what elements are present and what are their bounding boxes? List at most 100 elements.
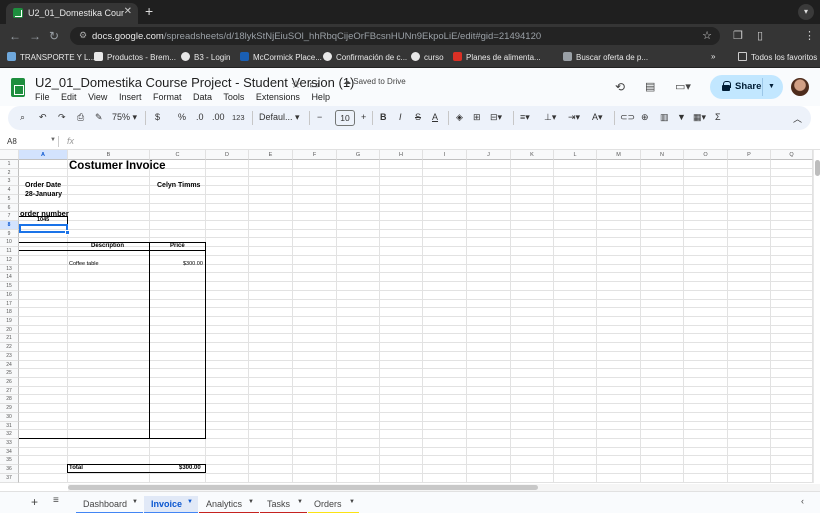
back-icon[interactable]: ← xyxy=(9,29,21,43)
bookmark-item[interactable]: Confirmación de c... xyxy=(323,52,407,62)
functions-icon[interactable]: Σ xyxy=(715,112,721,122)
text-wrapping-icon[interactable]: ⇥▾ xyxy=(568,112,580,123)
total-value[interactable]: $300.00 xyxy=(179,465,201,471)
price-header[interactable]: Price xyxy=(170,243,185,249)
column-header[interactable]: A xyxy=(19,150,68,160)
bookmark-item[interactable]: Productos - Brem... xyxy=(94,52,176,62)
row-header[interactable]: 36 xyxy=(0,465,19,474)
column-header[interactable]: M xyxy=(597,150,641,160)
sheet-tab-tasks[interactable]: Tasks ▼ xyxy=(260,496,307,513)
bookmark-item[interactable]: B3 - Login xyxy=(181,52,230,62)
column-header[interactable]: E xyxy=(249,150,293,160)
side-panel-icon[interactable]: ▯ xyxy=(757,29,763,42)
order-date-label[interactable]: Order Date xyxy=(25,182,61,189)
tab-menu-icon[interactable]: ▼ xyxy=(297,499,303,505)
font-size-decrease-button[interactable]: − xyxy=(317,112,322,122)
paint-format-icon[interactable]: ✎ xyxy=(95,112,103,123)
menu-extensions[interactable]: Extensions xyxy=(256,92,300,102)
new-tab-icon[interactable]: + xyxy=(145,3,153,19)
print-icon[interactable]: ⎙ xyxy=(77,112,84,123)
search-menus-icon[interactable]: ⌕ xyxy=(20,112,25,123)
menu-data[interactable]: Data xyxy=(193,92,212,102)
row-header[interactable]: 29 xyxy=(0,404,19,413)
row-header[interactable]: 3 xyxy=(0,177,19,187)
column-header[interactable]: N xyxy=(641,150,684,160)
item-price[interactable]: $300.00 xyxy=(183,261,203,267)
percent-format-button[interactable]: % xyxy=(178,112,186,122)
browser-tab[interactable]: U2_01_Domestika Course Pr ✕ xyxy=(6,3,138,24)
horizontal-align-icon[interactable]: ≡▾ xyxy=(520,112,530,123)
decrease-decimal-button[interactable]: .0 xyxy=(196,112,204,122)
sheet-tab-analytics[interactable]: Analytics ▼ xyxy=(199,496,259,513)
column-header[interactable]: O xyxy=(684,150,728,160)
currency-format-button[interactable]: $ xyxy=(155,112,160,122)
menu-insert[interactable]: Insert xyxy=(119,92,142,102)
italic-button[interactable]: I xyxy=(399,112,402,122)
all-bookmarks-folder[interactable]: Todos los favoritos xyxy=(738,52,817,62)
row-header[interactable]: 28 xyxy=(0,395,19,405)
row-header[interactable]: 25 xyxy=(0,369,19,378)
undo-icon[interactable]: ↶ xyxy=(39,112,47,123)
row-header[interactable]: 34 xyxy=(0,447,19,457)
fill-handle[interactable] xyxy=(65,230,70,235)
row-header[interactable]: 11 xyxy=(0,247,19,256)
bookmark-item[interactable]: Planes de alimenta... xyxy=(453,52,541,62)
row-header[interactable]: 16 xyxy=(0,290,19,300)
insert-comment-icon[interactable]: ⊕ xyxy=(641,112,649,123)
invoice-title[interactable]: Costumer Invoice xyxy=(69,160,166,172)
collapse-toolbar-icon[interactable]: ︿ xyxy=(793,112,802,125)
column-header[interactable]: J xyxy=(467,150,511,160)
row-header[interactable]: 18 xyxy=(0,308,19,317)
select-all-corner[interactable] xyxy=(0,150,19,160)
bookmark-item[interactable]: McCormick Place... xyxy=(240,52,322,62)
filter-icon[interactable]: ▼ xyxy=(677,112,686,122)
extensions-icon[interactable]: ❐ xyxy=(733,29,743,42)
menu-tools[interactable]: Tools xyxy=(223,92,244,102)
row-header[interactable]: 4 xyxy=(0,186,19,195)
row-header[interactable]: 21 xyxy=(0,334,19,344)
row-header[interactable]: 9 xyxy=(0,229,19,239)
site-info-icon[interactable]: ⚙ xyxy=(79,30,87,41)
share-button[interactable]: Share ▼ xyxy=(710,75,783,99)
tab-menu-icon[interactable]: ▼ xyxy=(349,499,355,505)
column-header[interactable]: G xyxy=(337,150,380,160)
move-folder-icon[interactable]: ▭ xyxy=(309,78,319,91)
history-icon[interactable]: ⟲ xyxy=(615,80,625,94)
column-header[interactable]: C xyxy=(150,150,206,160)
bold-button[interactable]: B xyxy=(380,112,387,122)
share-dropdown-icon[interactable]: ▼ xyxy=(762,78,780,96)
column-header[interactable]: L xyxy=(554,150,597,160)
sheet-tab-invoice[interactable]: Invoice ▼ xyxy=(144,496,198,513)
font-family-select[interactable]: Defaul... ▾ xyxy=(259,112,300,123)
row-header[interactable]: 2 xyxy=(0,168,19,178)
row-header[interactable]: 33 xyxy=(0,439,19,448)
add-sheet-icon[interactable]: + xyxy=(31,495,38,509)
column-header[interactable]: I xyxy=(423,150,467,160)
insert-link-icon[interactable]: ⊂⊃ xyxy=(620,112,635,123)
order-number-value[interactable]: 1045 xyxy=(37,217,49,223)
tab-menu-icon[interactable]: ▼ xyxy=(248,499,254,505)
row-header[interactable]: 24 xyxy=(0,360,19,370)
bookmark-item[interactable]: TRANSPORTE Y L... xyxy=(7,52,95,62)
column-header[interactable]: H xyxy=(380,150,423,160)
insert-chart-icon[interactable]: ▥ xyxy=(660,112,669,123)
borders-icon[interactable]: ⊞ xyxy=(473,112,481,123)
merge-cells-icon[interactable]: ⊟▾ xyxy=(490,112,502,123)
text-color-button[interactable]: A xyxy=(432,112,438,122)
column-header[interactable]: D xyxy=(206,150,249,160)
column-header[interactable]: Q xyxy=(771,150,813,160)
row-header[interactable]: 14 xyxy=(0,273,19,283)
tab-menu-icon[interactable]: ▼ xyxy=(187,499,193,505)
comments-icon[interactable]: ▤ xyxy=(645,80,655,93)
vertical-align-icon[interactable]: ⊥▾ xyxy=(544,112,556,123)
increase-decimal-button[interactable]: .00 xyxy=(212,112,225,122)
name-box[interactable]: A8 xyxy=(7,137,17,146)
horizontal-scrollbar[interactable] xyxy=(68,484,820,491)
row-header[interactable]: 5 xyxy=(0,194,19,204)
forward-icon[interactable]: → xyxy=(29,29,41,43)
url-input[interactable]: ⚙ docs.google.com/spreadsheets/d/18lykSt… xyxy=(70,27,720,45)
tab-search-icon[interactable]: ▾ xyxy=(798,4,814,20)
spreadsheet-grid[interactable]: ABCDEFGHIJKLMNOPQ 1 2 3 4 5 6 7 8 9 10 11 12 13 14 15 1… xyxy=(0,150,813,483)
menu-edit[interactable]: Edit xyxy=(61,92,77,102)
menu-help[interactable]: Help xyxy=(311,92,330,102)
